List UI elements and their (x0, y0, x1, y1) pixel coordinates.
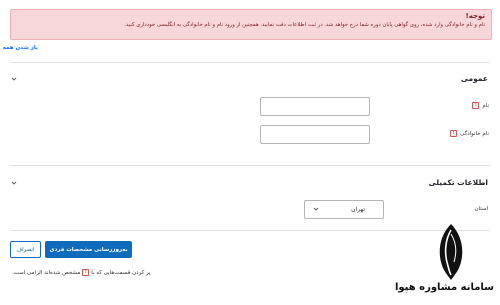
section-title-extra[interactable]: اطلاعات تکمیلی (429, 178, 488, 187)
chevron-down-icon[interactable] (11, 180, 17, 186)
last-name-field[interactable] (260, 125, 370, 144)
caret-down-icon (313, 207, 319, 211)
section-divider (10, 165, 490, 166)
exclamation-icon: ! (472, 102, 480, 109)
section-divider (10, 62, 490, 63)
province-label-text: استان (474, 206, 488, 212)
province-select[interactable]: تهران (304, 200, 384, 219)
watermark-text: سامانه مشاوره هپوا (394, 282, 494, 293)
alert-text: نام و نام خانوادگی وارد شده، روی گواهی پ… (124, 22, 485, 28)
first-name-label: نام ! (472, 102, 489, 109)
feather-quill-icon (439, 224, 463, 280)
last-name-label: نام خانوادگی ! (450, 130, 489, 137)
expand-all-link[interactable]: باز شدن همه (3, 45, 38, 51)
first-name-label-text: نام (482, 102, 489, 109)
exclamation-icon: ! (450, 130, 457, 137)
last-name-label-text: نام خانوادگی (460, 130, 489, 137)
required-footnote: پر کردن قسمت‌هایی که با ! مشخص شده‌اند ا… (12, 269, 151, 276)
warning-alert: توجه! نام و نام خانوادگی وارد شده، روی گ… (10, 9, 492, 40)
cancel-button[interactable]: انصراف (10, 241, 41, 258)
alert-title: توجه! (465, 12, 486, 20)
province-label: استان (474, 206, 488, 212)
footnote-text-before: پر کردن قسمت‌هایی که با (91, 269, 151, 276)
province-select-value: تهران (351, 206, 365, 213)
watermark-logo: سامانه مشاوره هپوا (394, 222, 494, 302)
first-name-field[interactable] (260, 97, 370, 116)
footnote-text-after: مشخص شده‌اند الزامی است. (12, 269, 81, 276)
update-profile-button[interactable]: به‌روزرسانی مشخصات فردی (45, 241, 132, 258)
section-title-general[interactable]: عمومی (461, 74, 488, 83)
chevron-down-icon[interactable] (11, 76, 17, 82)
exclamation-icon: ! (82, 269, 90, 276)
